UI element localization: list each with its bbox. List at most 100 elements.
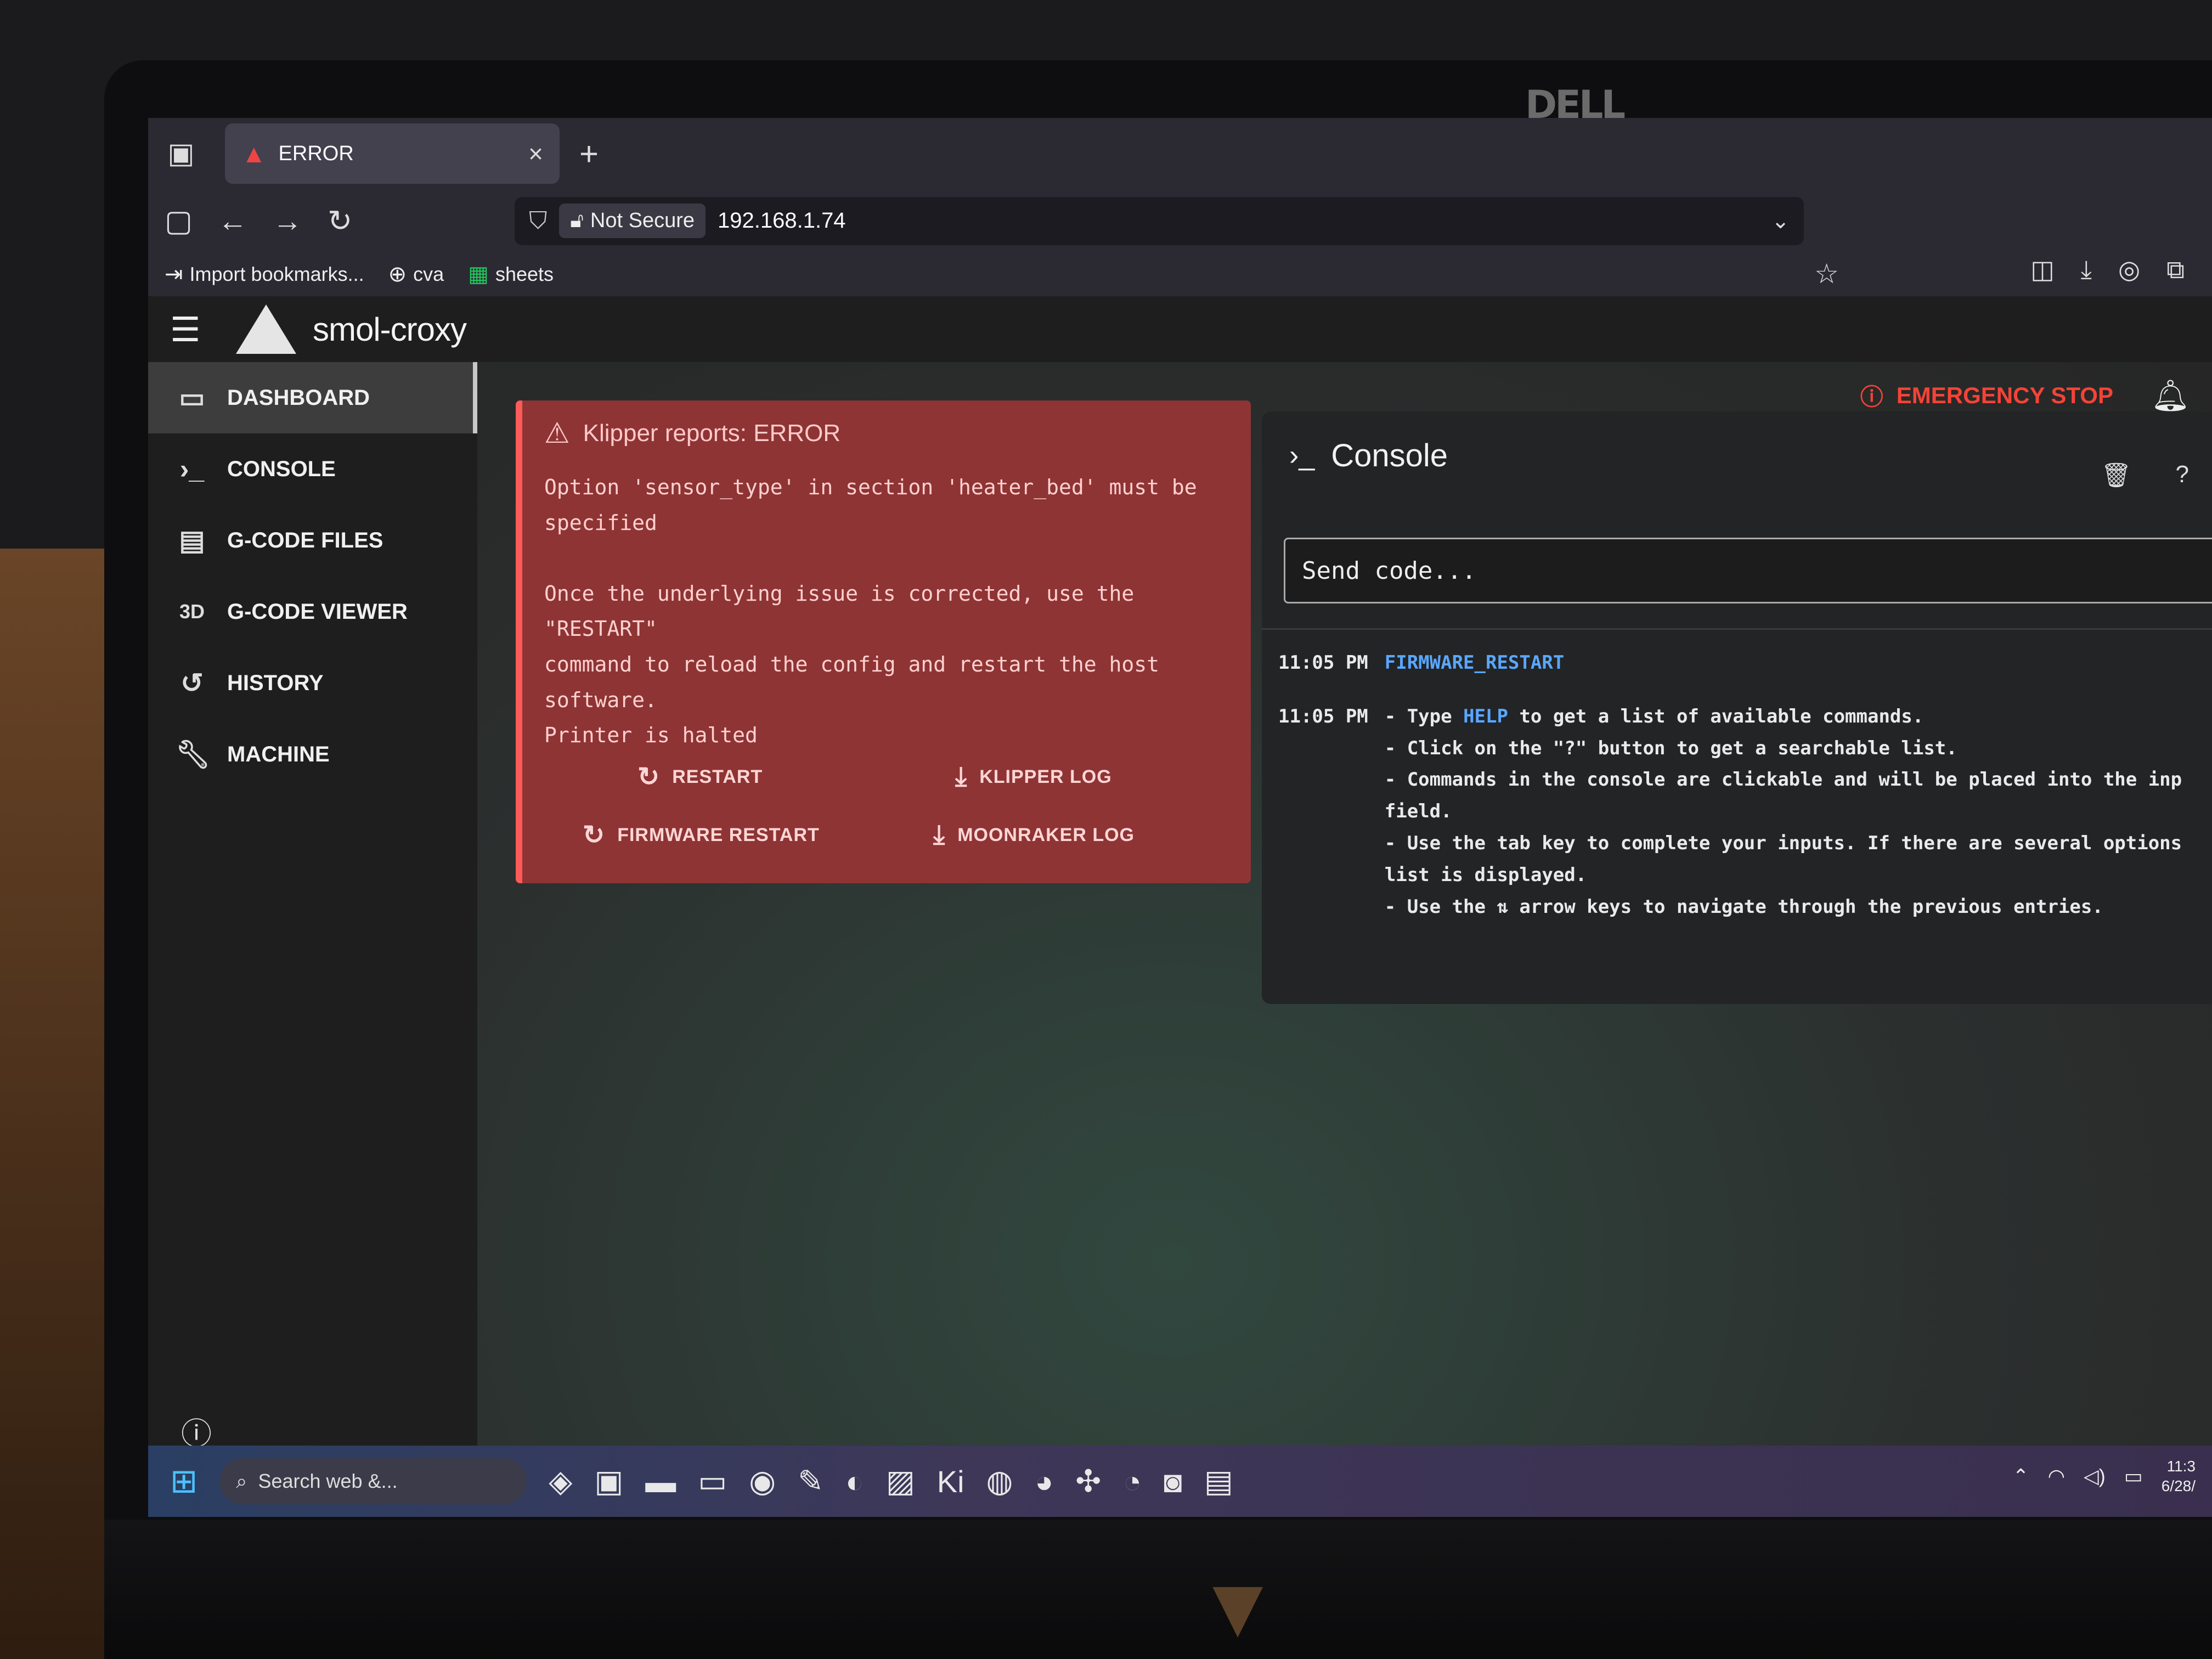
clock-time: 11:3: [2166, 1458, 2196, 1475]
tab-close-button[interactable]: ×: [528, 139, 543, 168]
sidebar-item-gcode-viewer[interactable]: 3D G-CODE VIEWER: [148, 576, 477, 647]
security-indicator[interactable]: 🔓︎ Not Secure: [559, 204, 706, 238]
screen: ▣ ▲ ERROR × + ▢ ← → ↻ ⛉ 🔓︎ Not Secure 19…: [148, 118, 2212, 1517]
alert-circle-icon: ⓘ: [1860, 384, 1883, 410]
dashboard-main: ⓘ EMERGENCY STOP 🔔︎ ⚠ Klipper reports: E…: [477, 362, 2212, 1487]
taskbar: ⊞ ⌕ Search web &... ◈ ▣ ▬ ▭ ◉ ✎ ◐ ▨ Ki ◍…: [148, 1446, 2212, 1517]
console-icon: ›_: [179, 454, 205, 484]
pen-icon[interactable]: ✎: [798, 1463, 823, 1499]
clock[interactable]: 11:3 6/28/: [2162, 1457, 2196, 1497]
photos-icon[interactable]: ▨: [886, 1463, 915, 1499]
new-tab-button[interactable]: +: [579, 135, 599, 173]
blender-icon[interactable]: ◔: [1123, 1464, 1142, 1499]
folder-icon[interactable]: ▬: [645, 1464, 676, 1499]
browser-tab[interactable]: ▲ ERROR ×: [225, 123, 560, 184]
tab-title: ERROR: [278, 142, 354, 165]
sidebar-item-label: G-CODE VIEWER: [227, 599, 408, 624]
log-line: - Commands in the console are clickable …: [1384, 769, 2182, 791]
slack-icon[interactable]: ✣: [1075, 1463, 1101, 1499]
console-input[interactable]: [1284, 538, 2212, 603]
log-time: 11:05 PM: [1278, 705, 1368, 727]
moonraker-log-button[interactable]: ⤓ MOONRAKER LOG: [895, 820, 1207, 850]
browser-toolbar-icons: ◫ ⤓ ◎ ⧉: [2030, 255, 2185, 285]
bookmark-label: cva: [413, 263, 444, 285]
pocket-icon[interactable]: ◫: [2030, 255, 2054, 285]
bookmark-star-icon[interactable]: ☆: [1814, 258, 1839, 290]
log-text: to get a list of available commands.: [1508, 705, 1924, 727]
bell-icon[interactable]: 🔔︎: [2151, 377, 2190, 414]
trash-icon[interactable]: 🗑︎: [2101, 461, 2132, 489]
search-icon: ⌕: [236, 1469, 247, 1492]
log-line: - Click on the "?" button to get a searc…: [1384, 737, 1957, 759]
log-message: - Type HELP to get a list of available c…: [1385, 701, 2182, 923]
lock-icon: 🔓︎: [570, 209, 584, 232]
windows-start-icon[interactable]: ⊞: [170, 1462, 198, 1500]
warning-icon: ⚠: [544, 417, 570, 449]
shield-icon[interactable]: ⛉: [529, 207, 547, 235]
klipper-log-button[interactable]: ⤓ KLIPPER LOG: [895, 761, 1207, 792]
account-icon[interactable]: ◎: [2118, 255, 2140, 285]
url-text: 192.168.1.74: [718, 208, 846, 233]
predator-logo-icon: ▼: [1212, 1569, 1263, 1645]
question-icon[interactable]: ?: [2176, 461, 2189, 489]
sidebar-item-dashboard[interactable]: ▭ DASHBOARD: [148, 362, 477, 433]
log-command[interactable]: FIRMWARE_RESTART: [1385, 647, 1565, 679]
log-line: - Type HELP to get a list of available c…: [1385, 701, 2182, 733]
log-line: field.: [1384, 800, 1452, 823]
restart-icon: ↻: [637, 763, 661, 792]
terminal-icon[interactable]: ▭: [698, 1463, 727, 1499]
copilot-icon[interactable]: ◈: [549, 1463, 572, 1499]
sidebar-toggle-icon[interactable]: ▢: [165, 204, 193, 238]
restart-button[interactable]: ↻ RESTART: [583, 761, 895, 792]
sidebar-item-label: G-CODE FILES: [227, 528, 383, 552]
log-entry: 11:05 PM FIRMWARE_RESTART: [1278, 647, 2212, 679]
log-text: - Type: [1384, 705, 1464, 727]
steam-icon[interactable]: ◐: [845, 1464, 864, 1499]
firefox-icon[interactable]: ◉: [749, 1463, 776, 1499]
button-label: MOONRAKER LOG: [957, 824, 1135, 845]
sidebar-item-history[interactable]: ↺ HISTORY: [148, 647, 477, 719]
taskbar-search[interactable]: ⌕ Search web &...: [219, 1458, 527, 1504]
navigation-bar: ▢ ← → ↻ ⛉ 🔓︎ Not Secure 192.168.1.74 ⌄: [148, 189, 2212, 252]
bookmark-import[interactable]: ⇥ Import bookmarks...: [165, 262, 364, 287]
download-icon: ⤓: [955, 762, 968, 791]
forward-arrow-icon[interactable]: →: [273, 204, 302, 238]
console-divider: [1262, 628, 2212, 630]
extensions-icon[interactable]: ⧉: [2166, 255, 2185, 285]
back-arrow-icon[interactable]: ←: [218, 204, 247, 238]
sidebar-item-label: CONSOLE: [227, 456, 336, 481]
chevron-down-icon[interactable]: ⌄: [1771, 208, 1790, 234]
volume-icon[interactable]: ◁): [2084, 1465, 2106, 1488]
3d-icon: 3D: [179, 600, 205, 623]
battery-icon[interactable]: ▭: [2124, 1465, 2143, 1488]
sidebar-item-machine[interactable]: 🔧︎ MACHINE: [148, 719, 477, 790]
reload-icon[interactable]: ↻: [328, 204, 352, 238]
console-header: ›_ Console: [1262, 411, 2212, 499]
console-title: Console: [1331, 437, 1448, 473]
chrome-icon[interactable]: ◕: [1035, 1464, 1053, 1499]
laptop-chin: [104, 1520, 2212, 1659]
firmware-restart-button[interactable]: ↻ FIRMWARE RESTART: [583, 820, 895, 850]
help-command-link[interactable]: HELP: [1463, 706, 1508, 727]
chevron-up-icon[interactable]: ⌃: [2012, 1465, 2029, 1488]
bookmark-sheets[interactable]: ▦ sheets: [468, 262, 554, 287]
wifi-icon[interactable]: ◠: [2048, 1465, 2065, 1488]
discord-icon[interactable]: ◙: [1164, 1464, 1182, 1499]
sidebar-item-console[interactable]: ›_ CONSOLE: [148, 433, 477, 505]
emergency-stop-button[interactable]: ⓘ EMERGENCY STOP: [1860, 379, 2113, 412]
app-icon[interactable]: ▣: [594, 1463, 623, 1499]
emergency-stop-label: EMERGENCY STOP: [1896, 382, 2113, 408]
error-header: ⚠ Klipper reports: ERROR: [544, 417, 1229, 450]
menu-icon[interactable]: ☰: [170, 309, 236, 349]
bookmark-cva[interactable]: ⊕ cva: [388, 262, 444, 287]
cura-icon[interactable]: ▤: [1204, 1463, 1233, 1499]
download-icon: ⤓: [933, 820, 946, 849]
log-time: 11:05 PM: [1278, 652, 1368, 674]
download-icon[interactable]: ⤓: [2081, 255, 2092, 285]
tab-list-icon[interactable]: ▣: [148, 121, 214, 187]
obs-icon[interactable]: ◍: [986, 1463, 1013, 1499]
url-bar[interactable]: ⛉ 🔓︎ Not Secure 192.168.1.74 ⌄: [515, 196, 1804, 245]
sidebar-item-gcode-files[interactable]: ▤ G-CODE FILES: [148, 505, 477, 576]
console-panel: ›_ Console 🗑︎ ? 11:05 PM FIRMWARE_RESTAR…: [1262, 411, 2212, 1004]
kicad-icon[interactable]: Ki: [937, 1464, 964, 1499]
